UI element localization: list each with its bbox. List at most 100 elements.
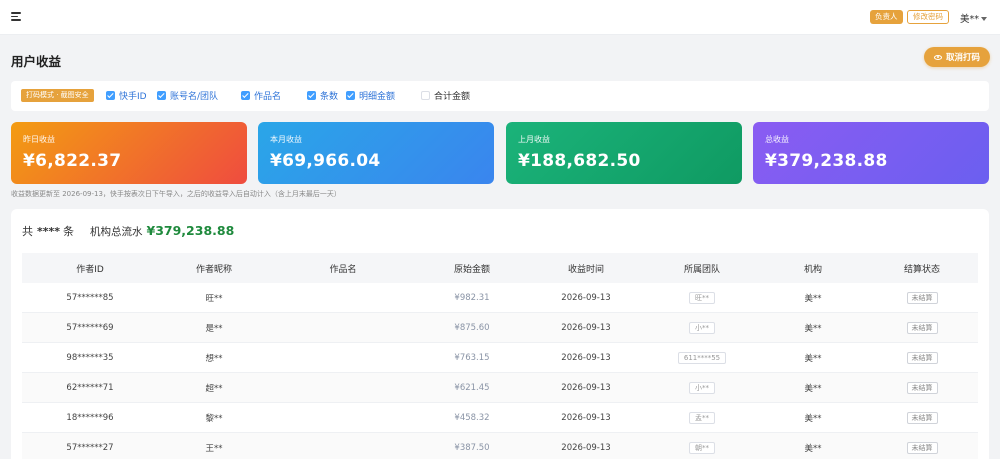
table-row[interactable]: 57******69 是** ¥875.60 2026-09-13 小** 美*… bbox=[22, 313, 978, 343]
table-row[interactable]: 62******71 超** ¥621.45 2026-09-13 小** 美*… bbox=[22, 373, 978, 403]
role-badge: 负责人 bbox=[870, 10, 903, 24]
card-value: ¥69,966.04 bbox=[270, 151, 381, 171]
card-value: ¥379,238.88 bbox=[765, 151, 888, 171]
organization: 美** bbox=[804, 383, 822, 394]
team-tag: 旺** bbox=[689, 291, 715, 304]
table-header: 作者ID 作者昵称 作品名 原始金额 收益时间 所属团队 机构 结算状态 bbox=[22, 253, 978, 283]
organization: 美** bbox=[804, 353, 822, 364]
cancel-print-label: 取消打码 bbox=[945, 53, 980, 63]
column-header[interactable]: 原始金额 bbox=[416, 262, 528, 275]
earnings-panel: 共 **** 条 机构总流水 ¥379,238.88 作者ID 作者昵称 作品名… bbox=[11, 209, 989, 459]
organization: 美** bbox=[804, 323, 822, 334]
filter-bar: 打码模式 · 截图安全 快手ID 账号名/团队 作品名 条数 明细金额 合计金额 bbox=[11, 81, 989, 111]
column-header[interactable]: 作者昵称 bbox=[158, 262, 270, 275]
card-yesterday-earnings: 昨日收益 ¥6,822.37 bbox=[11, 122, 247, 184]
author-id: 62******71 bbox=[66, 382, 114, 393]
chevron-down-icon bbox=[981, 17, 988, 21]
count-suffix: 条 bbox=[63, 225, 75, 238]
status-badge: 未结算 bbox=[906, 441, 938, 454]
checkbox-label: 条数 bbox=[320, 92, 339, 102]
earning-date: 2026-09-13 bbox=[561, 352, 611, 363]
user-menu[interactable]: 美** bbox=[960, 11, 988, 25]
table-row[interactable]: 18******96 黎** ¥458.32 2026-09-13 孟** 美*… bbox=[22, 403, 978, 433]
checkbox-total-amount[interactable]: 合计金额 bbox=[421, 89, 470, 102]
checkbox-kuaishou-id[interactable]: 快手ID bbox=[106, 89, 147, 102]
author-id: 18******96 bbox=[66, 412, 114, 423]
print-mode-tag: 打码模式 · 截图安全 bbox=[21, 89, 94, 102]
total-flow-value: ¥379,238.88 bbox=[146, 223, 235, 238]
record-count: **** bbox=[37, 225, 61, 238]
author-id: 57******69 bbox=[66, 322, 114, 333]
original-amount: ¥982.31 bbox=[454, 292, 490, 303]
original-amount: ¥621.45 bbox=[454, 382, 490, 393]
card-last-month-earnings: 上月收益 ¥188,682.50 bbox=[506, 122, 742, 184]
author-nickname: 想** bbox=[205, 353, 223, 364]
organization: 美** bbox=[804, 413, 822, 424]
checkbox-icon bbox=[421, 91, 430, 100]
column-header[interactable]: 结算状态 bbox=[866, 262, 978, 275]
team-tag: 611****55 bbox=[677, 351, 727, 364]
organization: 美** bbox=[804, 443, 822, 454]
checkbox-icon bbox=[346, 91, 355, 100]
checkbox-icon bbox=[241, 91, 250, 100]
checkbox-label: 明细金额 bbox=[359, 92, 396, 102]
author-id: 98******35 bbox=[66, 352, 114, 363]
checkbox-icon bbox=[307, 91, 316, 100]
checkbox-label: 快手ID bbox=[119, 92, 147, 102]
table-row[interactable]: 57******27 王** ¥387.50 2026-09-13 朝** 美*… bbox=[22, 433, 978, 459]
author-nickname: 王** bbox=[205, 443, 223, 454]
status-badge: 未结算 bbox=[906, 291, 938, 304]
change-password-button[interactable]: 修改密码 bbox=[907, 10, 949, 24]
card-label: 本月收益 bbox=[270, 135, 302, 144]
column-header[interactable]: 作者ID bbox=[22, 262, 158, 275]
card-label: 总收益 bbox=[765, 135, 789, 144]
menu-toggle-icon[interactable] bbox=[11, 12, 21, 21]
status-badge: 未结算 bbox=[906, 321, 938, 334]
count-prefix: 共 bbox=[22, 225, 33, 238]
checkbox-work-name[interactable]: 作品名 bbox=[241, 89, 281, 102]
table-row[interactable]: 57******85 旺** ¥982.31 2026-09-13 旺** 美*… bbox=[22, 283, 978, 313]
card-month-earnings: 本月收益 ¥69,966.04 bbox=[258, 122, 494, 184]
original-amount: ¥763.15 bbox=[454, 352, 490, 363]
checkbox-count[interactable]: 条数 bbox=[307, 89, 338, 102]
author-id: 57******27 bbox=[66, 442, 114, 453]
original-amount: ¥875.60 bbox=[454, 322, 490, 333]
team-tag: 孟** bbox=[689, 411, 715, 424]
card-value: ¥188,682.50 bbox=[518, 151, 641, 171]
user-name: 美** bbox=[960, 14, 980, 25]
status-badge: 未结算 bbox=[906, 411, 938, 424]
author-nickname: 旺** bbox=[205, 293, 223, 304]
card-total-earnings: 总收益 ¥379,238.88 bbox=[753, 122, 989, 184]
checkbox-icon bbox=[106, 91, 115, 100]
data-update-note: 收益数据更新至 2026-09-13，快手按表次日下午导入，之后的收益导入后自动… bbox=[11, 190, 341, 198]
earning-date: 2026-09-13 bbox=[561, 442, 611, 453]
author-id: 57******85 bbox=[66, 292, 114, 303]
checkbox-label: 作品名 bbox=[254, 92, 282, 102]
card-label: 昨日收益 bbox=[23, 135, 55, 144]
column-header[interactable]: 收益时间 bbox=[528, 262, 644, 275]
earning-date: 2026-09-13 bbox=[561, 322, 611, 333]
table-row[interactable]: 98******35 想** ¥763.15 2026-09-13 611***… bbox=[22, 343, 978, 373]
organization: 美** bbox=[804, 293, 822, 304]
page-title: 用户收益 bbox=[11, 54, 62, 69]
author-nickname: 超** bbox=[205, 383, 223, 394]
status-badge: 未结算 bbox=[906, 351, 938, 364]
team-tag: 小** bbox=[689, 381, 715, 394]
checkbox-account-team[interactable]: 账号名/团队 bbox=[157, 89, 218, 102]
earning-date: 2026-09-13 bbox=[561, 382, 611, 393]
checkbox-detail-amount[interactable]: 明细金额 bbox=[346, 89, 395, 102]
top-bar: 负责人 修改密码 美** bbox=[0, 0, 1000, 35]
eye-icon bbox=[933, 54, 942, 60]
cancel-print-button[interactable]: 取消打码 bbox=[924, 47, 990, 67]
checkbox-label: 账号名/团队 bbox=[170, 92, 219, 102]
column-header[interactable]: 所属团队 bbox=[644, 262, 760, 275]
earning-date: 2026-09-13 bbox=[561, 292, 611, 303]
team-tag: 小** bbox=[689, 321, 715, 334]
original-amount: ¥458.32 bbox=[454, 412, 490, 423]
checkbox-label: 合计金额 bbox=[434, 92, 471, 102]
author-nickname: 黎** bbox=[205, 413, 223, 424]
total-flow-label: 机构总流水 bbox=[90, 226, 143, 238]
column-header[interactable]: 机构 bbox=[760, 262, 866, 275]
column-header[interactable]: 作品名 bbox=[270, 262, 416, 275]
author-nickname: 是** bbox=[205, 323, 223, 334]
